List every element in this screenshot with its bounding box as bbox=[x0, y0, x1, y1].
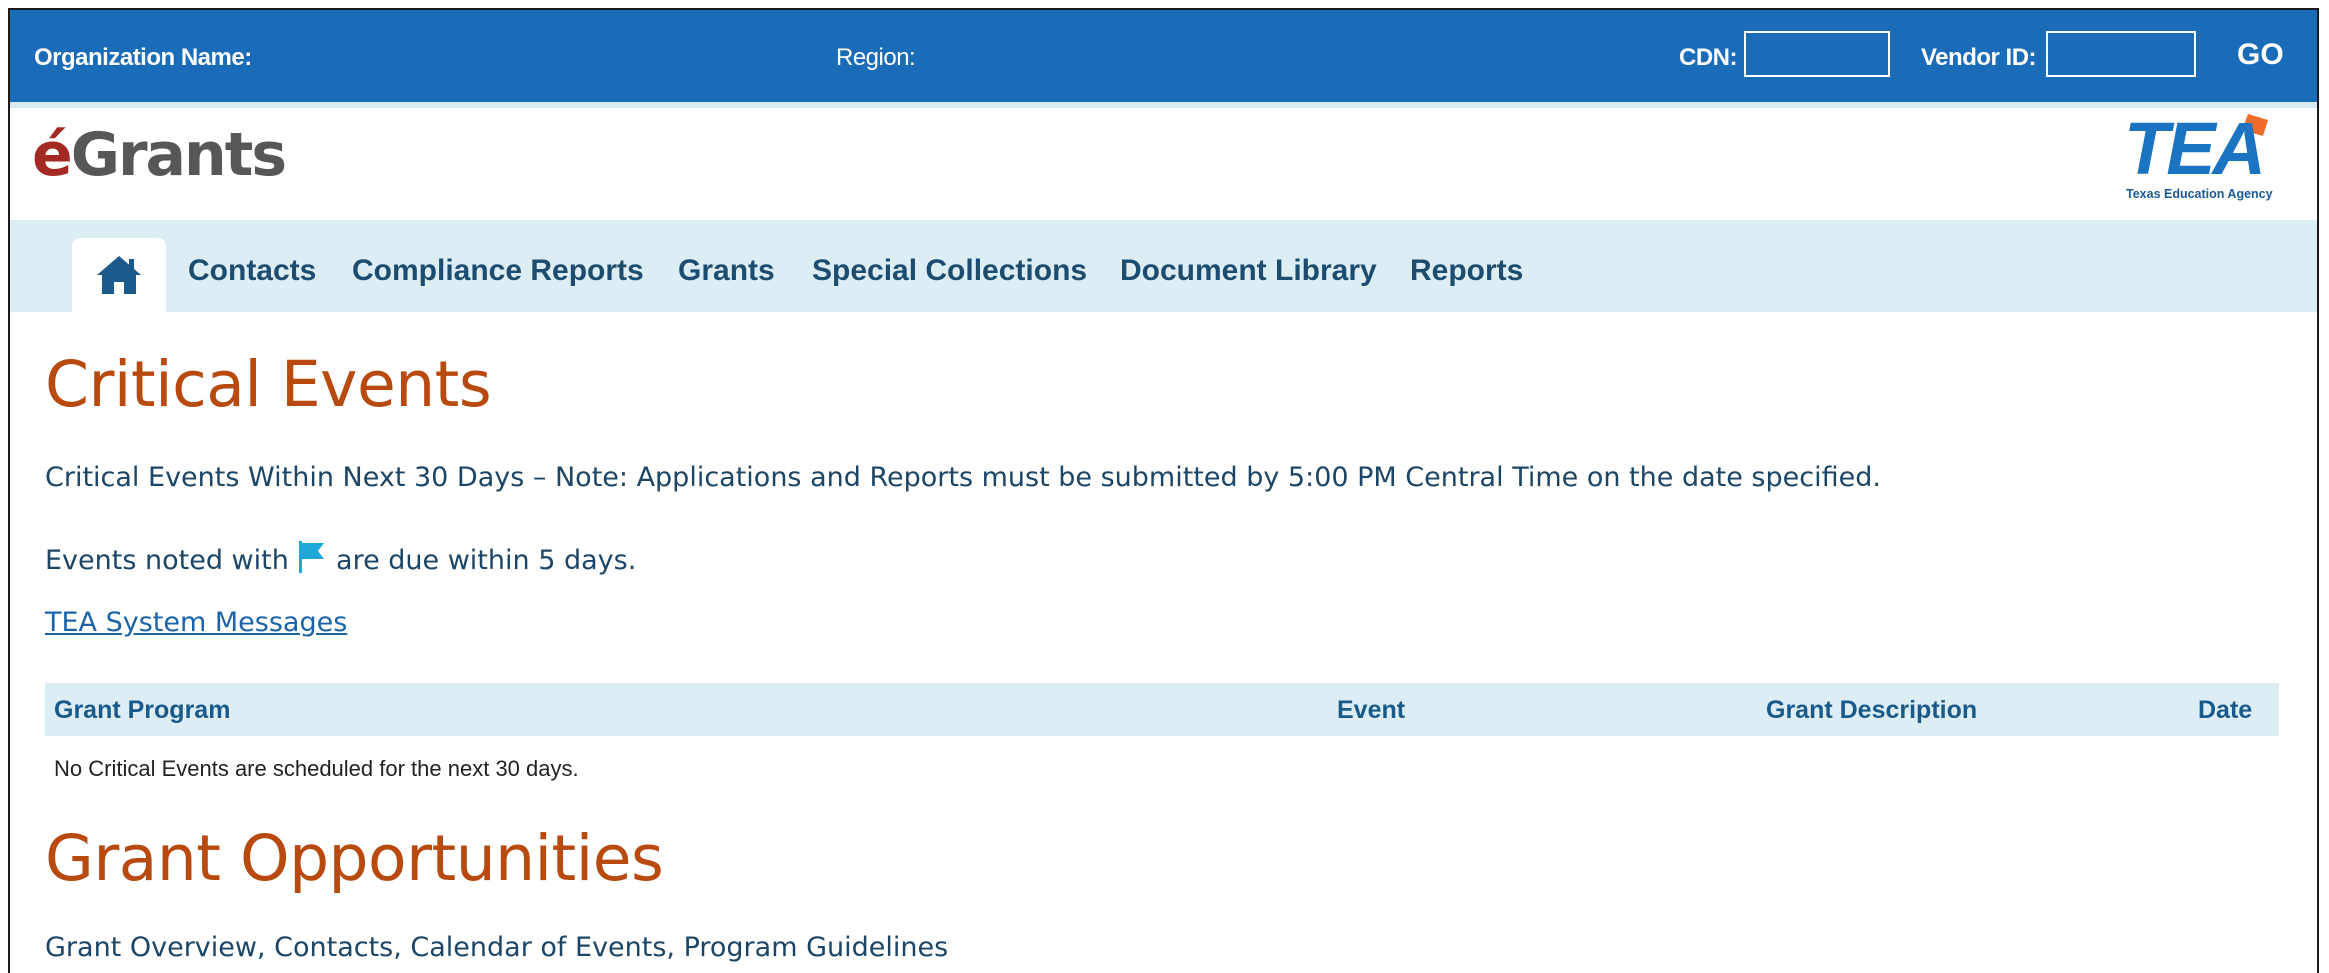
page-frame: Organization Name: Region: CDN: Vendor I… bbox=[8, 8, 2319, 973]
vendor-id-input[interactable] bbox=[2046, 31, 2196, 77]
vendor-id-label: Vendor ID: bbox=[1921, 44, 2037, 71]
flag-legend-suffix: are due within 5 days. bbox=[336, 545, 637, 576]
grant-opportunities-subtitle: Grant Overview, Contacts, Calendar of Ev… bbox=[45, 932, 949, 963]
tea-logo[interactable]: TEA Texas Education Agency bbox=[2122, 112, 2282, 206]
tea-logo-text: TEA bbox=[2124, 112, 2263, 190]
region-label: Region: bbox=[836, 44, 916, 71]
nav-home-tab[interactable] bbox=[72, 238, 166, 312]
top-bar: Organization Name: Region: CDN: Vendor I… bbox=[10, 10, 2317, 102]
col-grant-description[interactable]: Grant Description bbox=[1766, 696, 1977, 725]
nav-reports[interactable]: Reports bbox=[1410, 254, 1523, 288]
cdn-label: CDN: bbox=[1679, 44, 1738, 71]
tea-system-messages-link[interactable]: TEA System Messages bbox=[45, 607, 347, 638]
nav-special-collections[interactable]: Special Collections bbox=[812, 254, 1087, 288]
nav-document-library[interactable]: Document Library bbox=[1120, 254, 1377, 288]
col-date[interactable]: Date bbox=[2198, 696, 2252, 725]
grant-opportunities-heading: Grant Opportunities bbox=[45, 822, 664, 895]
nav-contacts[interactable]: Contacts bbox=[188, 254, 316, 288]
logo-word: Grants bbox=[70, 120, 287, 190]
org-name-label: Organization Name: bbox=[34, 44, 252, 71]
nav-compliance-reports[interactable]: Compliance Reports bbox=[352, 254, 644, 288]
critical-events-empty-row: No Critical Events are scheduled for the… bbox=[54, 756, 579, 781]
critical-events-table-header: Grant Program Event Grant Description Da… bbox=[45, 683, 2279, 736]
cdn-input[interactable] bbox=[1744, 31, 1890, 77]
header-divider bbox=[10, 102, 2317, 108]
flag-legend-prefix: Events noted with bbox=[45, 545, 289, 576]
critical-events-note: Critical Events Within Next 30 Days – No… bbox=[45, 462, 1881, 493]
logo-e-letter: é bbox=[32, 120, 73, 190]
flag-legend: Events noted with are due within 5 days. bbox=[45, 539, 636, 576]
go-button[interactable]: GO bbox=[2237, 38, 2284, 72]
col-event[interactable]: Event bbox=[1337, 696, 1405, 725]
critical-events-heading: Critical Events bbox=[45, 348, 492, 421]
egrants-logo[interactable]: éGrants bbox=[32, 125, 287, 185]
home-icon bbox=[97, 256, 141, 294]
flag-icon bbox=[299, 541, 325, 573]
col-grant-program[interactable]: Grant Program bbox=[54, 696, 230, 725]
main-nav: Contacts Compliance Reports Grants Speci… bbox=[10, 220, 2317, 312]
nav-grants[interactable]: Grants bbox=[678, 254, 775, 288]
tea-logo-subtitle: Texas Education Agency bbox=[2126, 187, 2273, 201]
